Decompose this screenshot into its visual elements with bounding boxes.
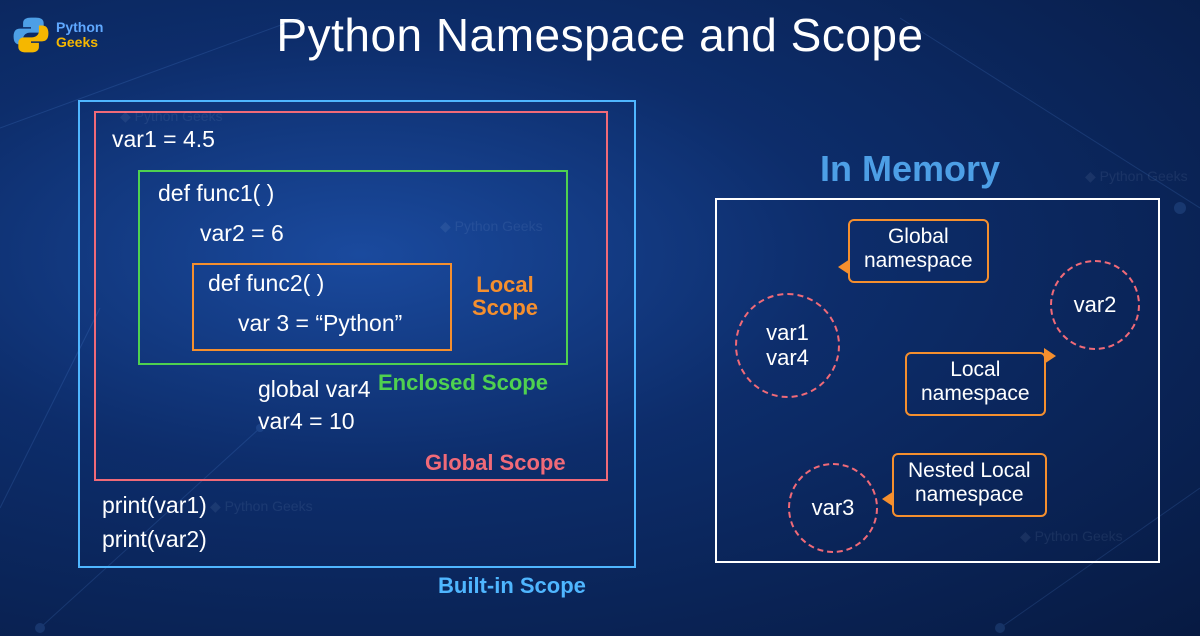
label-enclosed-scope: Enclosed Scope: [378, 370, 548, 396]
code-var2: var2 = 6: [200, 220, 284, 247]
bubble-c-text: var3: [812, 496, 855, 520]
label-global-scope: Global Scope: [425, 450, 566, 476]
bubble-a-line2: var4: [766, 346, 809, 370]
watermark: ◆ Python Geeks: [1085, 168, 1188, 185]
code-print2: print(var2): [102, 526, 207, 553]
label-local-scope: Local Scope: [472, 273, 538, 319]
code-global-var4: global var4: [258, 376, 371, 403]
memory-bubble-global: var1 var4: [735, 293, 840, 398]
label-builtin-scope: Built-in Scope: [438, 573, 586, 599]
code-def2: def func2( ): [208, 270, 324, 297]
bubble-a-line1: var1: [766, 321, 809, 345]
memory-bubble-nested: var3: [788, 463, 878, 553]
memory-title: In Memory: [820, 148, 1000, 190]
code-def1: def func1( ): [158, 180, 274, 207]
bubble-b-text: var2: [1074, 293, 1117, 317]
callout-global-namespace: Global namespace: [848, 219, 989, 283]
memory-bubble-local: var2: [1050, 260, 1140, 350]
code-var4: var4 = 10: [258, 408, 355, 435]
code-var1: var1 = 4.5: [112, 126, 215, 153]
callout-local-namespace: Local namespace: [905, 352, 1046, 416]
callout-nested-local-namespace: Nested Local namespace: [892, 453, 1047, 517]
code-print1: print(var1): [102, 492, 207, 519]
code-var3: var 3 = “Python”: [238, 310, 402, 337]
